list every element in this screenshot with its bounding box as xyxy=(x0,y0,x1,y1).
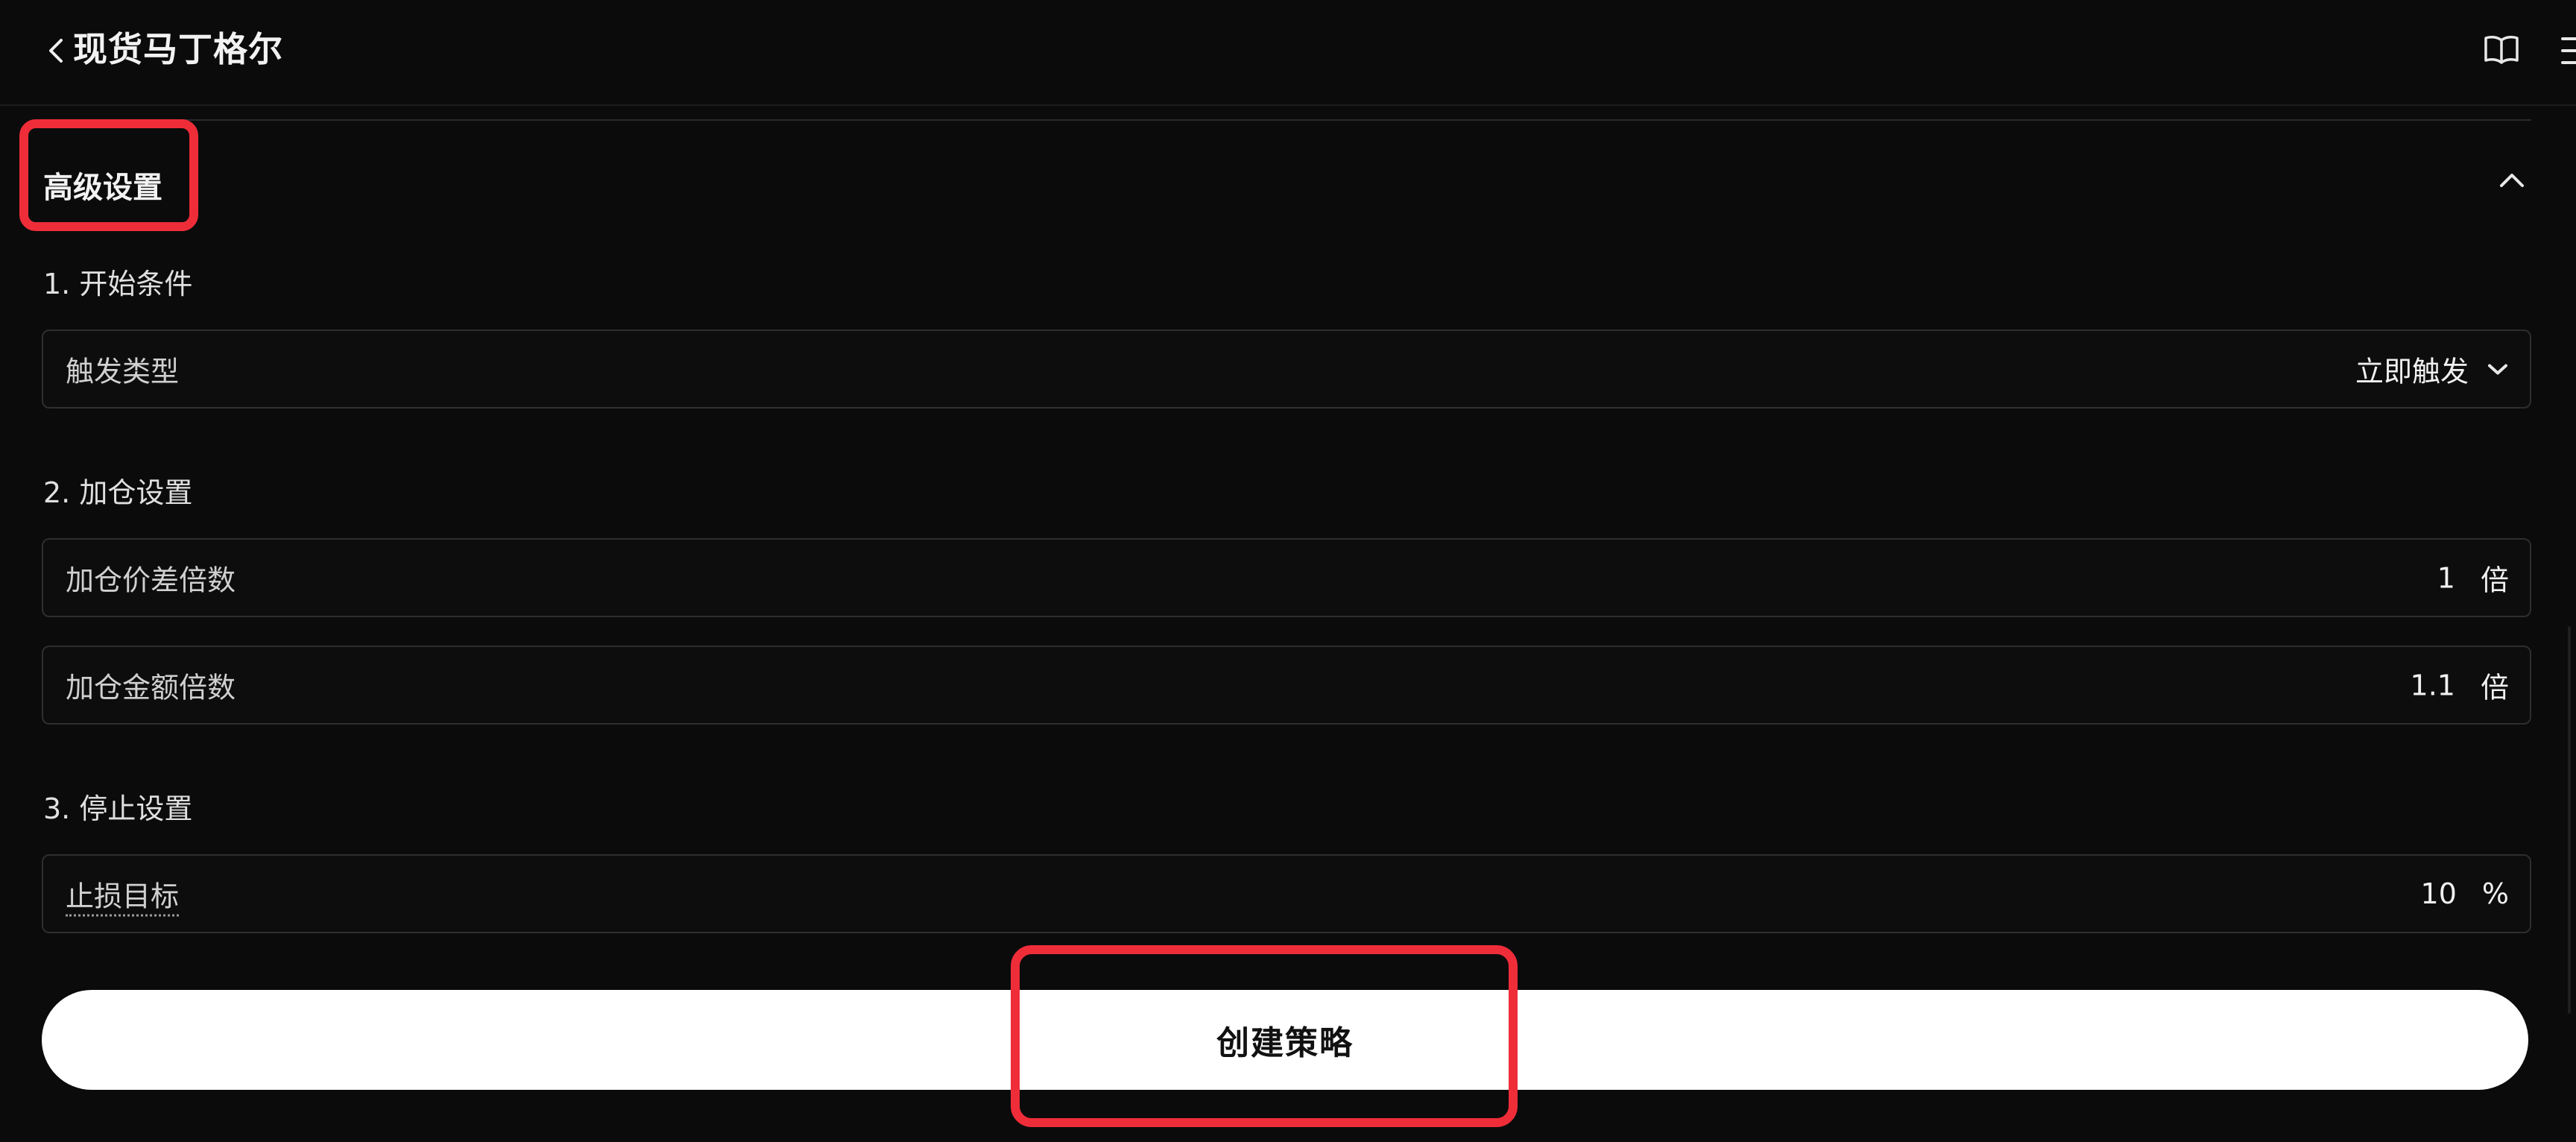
price-diff-multiplier-value[interactable]: 1 xyxy=(2437,561,2455,594)
chevron-down-icon xyxy=(2488,364,2507,374)
collapse-button[interactable] xyxy=(2491,160,2533,201)
amount-multiplier-unit: 倍 xyxy=(2480,671,2509,704)
take-profit-field[interactable]: 止损目标 10 % xyxy=(42,854,2531,933)
price-diff-multiplier-field[interactable]: 加仓价差倍数 1 倍 xyxy=(42,538,2531,617)
advanced-settings-title: 高级设置 xyxy=(43,171,162,205)
start-conditions-heading: 1. 开始条件 xyxy=(43,268,193,300)
chevron-up-icon xyxy=(2500,174,2524,187)
take-profit-unit: % xyxy=(2481,877,2509,910)
add-position-heading: 2. 加仓设置 xyxy=(43,476,193,509)
take-profit-label-text[interactable]: 止损目标 xyxy=(66,880,180,917)
price-diff-multiplier-unit: 倍 xyxy=(2480,564,2509,597)
stop-settings-heading: 3. 停止设置 xyxy=(43,792,193,825)
take-profit-label: 止损目标 xyxy=(66,874,180,917)
guide-button[interactable] xyxy=(2481,28,2522,70)
trigger-type-select[interactable]: 触发类型 立即触发 xyxy=(42,329,2531,408)
take-profit-value-group: 10 % xyxy=(2421,877,2509,910)
take-profit-value[interactable]: 10 xyxy=(2421,877,2457,910)
back-button[interactable] xyxy=(37,28,75,73)
amount-multiplier-field[interactable]: 加仓金额倍数 1.1 倍 xyxy=(42,646,2531,725)
amount-multiplier-value-group: 1.1 倍 xyxy=(2411,665,2509,706)
price-diff-multiplier-label: 加仓价差倍数 xyxy=(66,564,236,597)
list-icon xyxy=(2561,37,2576,64)
create-strategy-label: 创建策略 xyxy=(1216,1024,1354,1062)
page-title: 现货马丁格尔 xyxy=(73,29,283,69)
book-icon xyxy=(2484,36,2519,64)
trigger-type-value: 立即触发 xyxy=(2355,355,2469,388)
more-menu-button[interactable] xyxy=(2557,28,2576,73)
amount-multiplier-value[interactable]: 1.1 xyxy=(2411,669,2455,701)
scrollbar[interactable] xyxy=(2568,626,2571,1014)
top-bar: 现货马丁格尔 xyxy=(0,0,2576,106)
create-strategy-button[interactable]: 创建策略 xyxy=(42,990,2528,1090)
advanced-settings-header[interactable]: 高级设置 xyxy=(21,123,2533,235)
amount-multiplier-label: 加仓金额倍数 xyxy=(66,671,236,704)
price-diff-multiplier-value-group: 1 倍 xyxy=(2437,558,2509,599)
trigger-type-label: 触发类型 xyxy=(66,355,180,388)
section-divider xyxy=(42,119,2531,121)
chevron-left-icon xyxy=(49,39,63,63)
trigger-type-value-group: 立即触发 xyxy=(2355,349,2509,390)
